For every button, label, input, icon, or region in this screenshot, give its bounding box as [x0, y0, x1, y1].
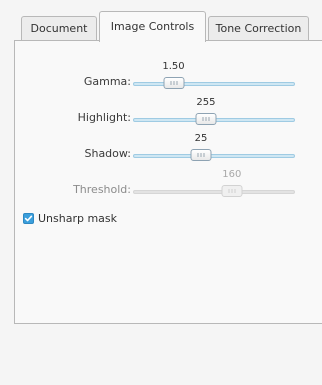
- unsharp-mask-label: Unsharp mask: [38, 211, 118, 225]
- highlight-label: Highlight:: [77, 111, 131, 124]
- threshold-label: Threshold:: [73, 183, 131, 196]
- tab-bar: Document Image Controls Tone Correction: [0, 0, 322, 42]
- threshold-value: 160: [222, 169, 242, 180]
- shadow-label: Shadow:: [84, 147, 131, 160]
- gamma-label: Gamma:: [83, 75, 131, 88]
- highlight-row: Highlight: 255: [15, 97, 322, 137]
- threshold-row: Threshold: 160: [15, 169, 322, 209]
- image-controls-panel: Gamma: 1.50 Highlight: 255 Shadow: 25 Th…: [14, 40, 322, 324]
- threshold-slider-track: [133, 190, 295, 194]
- tab-image-controls[interactable]: Image Controls: [99, 11, 206, 42]
- highlight-value: 255: [196, 97, 216, 108]
- threshold-slider-thumb: [221, 185, 243, 197]
- shadow-slider-track[interactable]: [133, 154, 295, 158]
- gamma-value: 1.50: [162, 61, 185, 72]
- unsharp-mask-option[interactable]: Unsharp mask: [23, 210, 117, 226]
- gamma-slider-thumb[interactable]: [163, 77, 184, 89]
- tab-document[interactable]: Document: [21, 16, 97, 40]
- unsharp-mask-checkbox[interactable]: [23, 212, 34, 224]
- shadow-slider-thumb[interactable]: [190, 149, 212, 161]
- shadow-value: 25: [194, 133, 208, 144]
- highlight-slider-thumb[interactable]: [195, 113, 217, 125]
- shadow-row: Shadow: 25: [15, 133, 322, 173]
- tab-tone-correction[interactable]: Tone Correction: [208, 16, 309, 40]
- gamma-slider-track[interactable]: [133, 82, 295, 86]
- gamma-row: Gamma: 1.50: [15, 61, 322, 101]
- check-icon: [24, 215, 33, 221]
